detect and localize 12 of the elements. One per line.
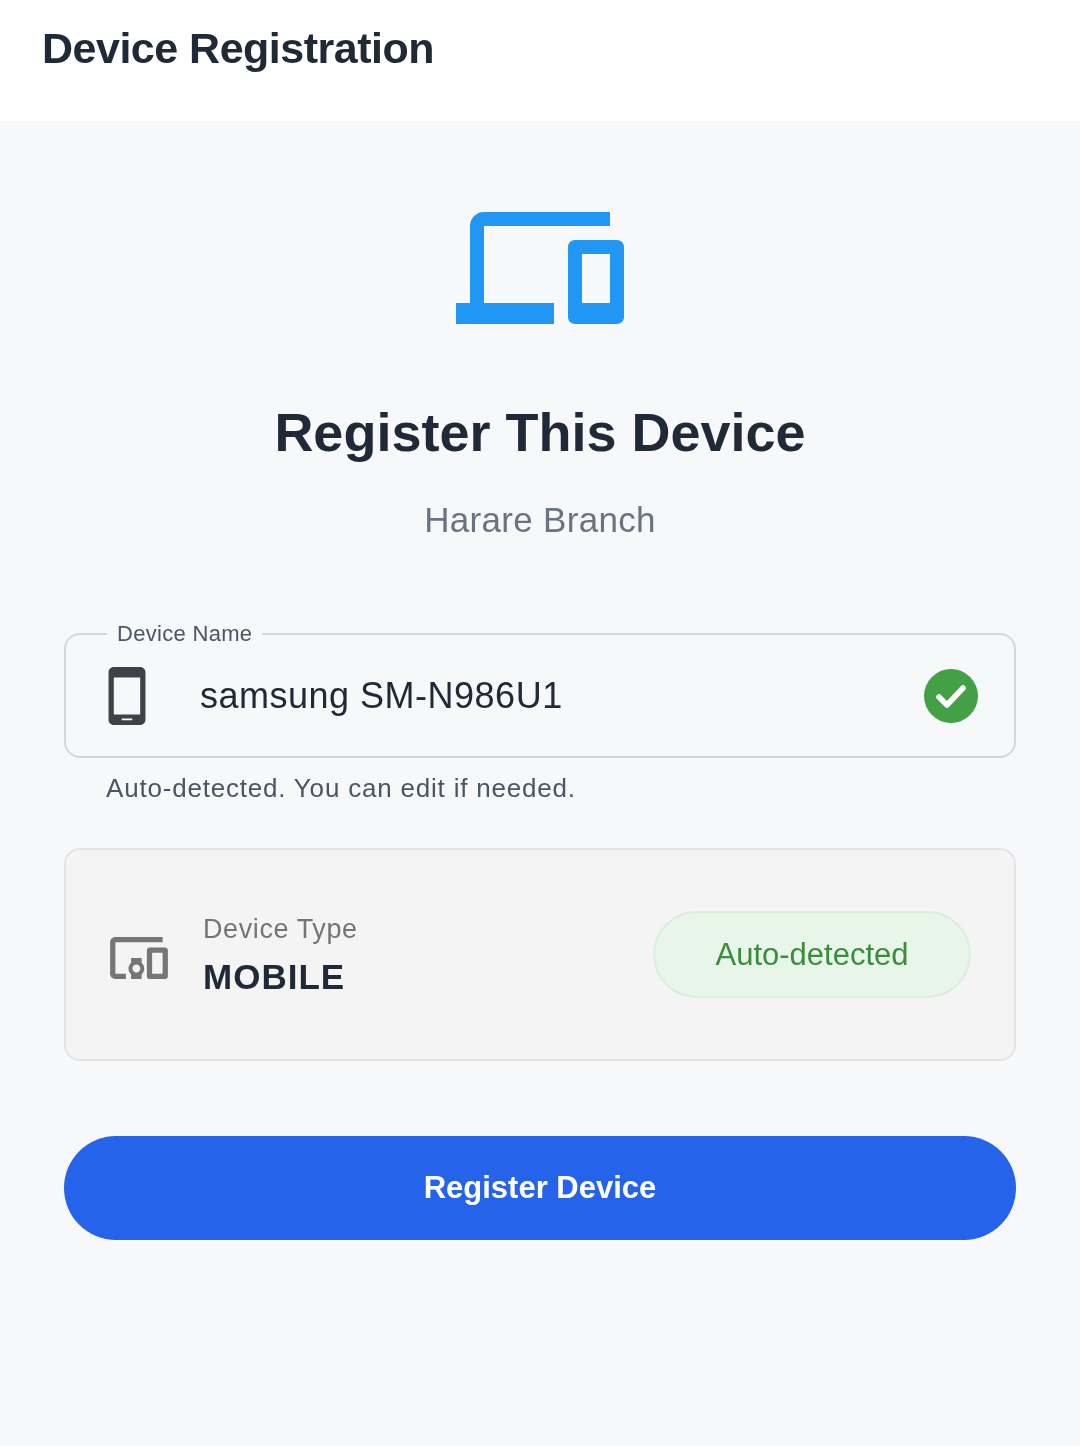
field-label: Device Name (116, 621, 254, 647)
devices-icon (456, 212, 624, 324)
device-type-value: MOBILE (203, 955, 346, 998)
branch-name: Harare Branch (424, 499, 656, 541)
devices-icon (110, 936, 168, 979)
page-heading: Register This Device (274, 401, 806, 464)
register-device-button[interactable]: Register Device (64, 1136, 1016, 1240)
app-bar-title: Device Registration (42, 23, 434, 74)
device-type-label: Device Type (203, 912, 358, 946)
helper-text: Auto-detected. You can edit if needed. (106, 772, 576, 804)
auto-detected-badge: Auto-detected (653, 911, 971, 998)
phone-icon (108, 667, 146, 725)
